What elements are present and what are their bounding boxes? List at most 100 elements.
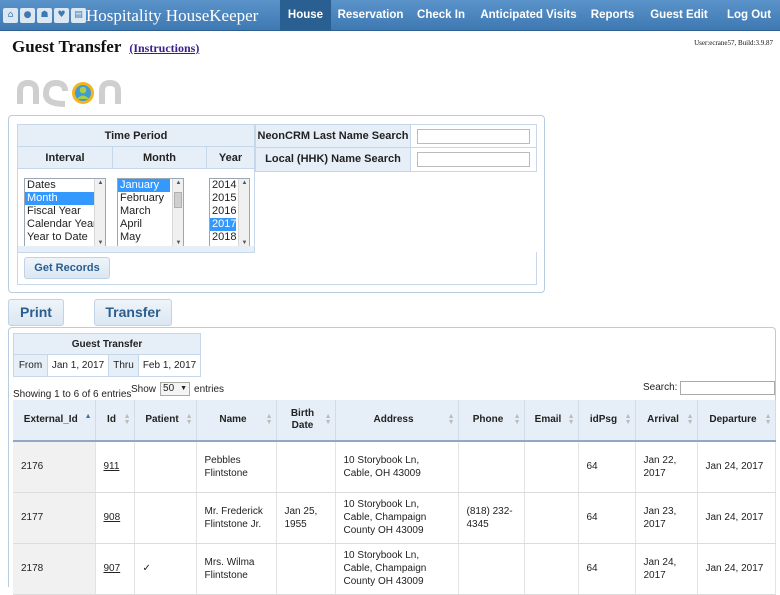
nav-check-in[interactable]: Check In [410, 0, 472, 31]
page-size-select[interactable]: 50 ▼ [160, 382, 191, 396]
month-option-selected[interactable]: January [118, 179, 170, 192]
neon-search-label: NeonCRM Last Name Search [256, 125, 411, 147]
col-name[interactable]: Name ▲ ▼ [196, 400, 277, 442]
sort-icon: ▲ ▼ [447, 413, 455, 426]
col-birth-date[interactable]: Birth Date ▲ ▼ [276, 400, 336, 442]
nav-house[interactable]: House [280, 0, 331, 31]
cell-name: Pebbles Flintstone [196, 441, 277, 493]
scroll-up-icon[interactable]: ▲ [173, 180, 183, 186]
cell-birth-date [276, 543, 336, 595]
users-icon[interactable]: ☗ [37, 8, 52, 23]
interval-listbox[interactable]: Dates Month Fiscal Year Calendar Year Ye… [24, 178, 106, 248]
interval-option[interactable]: Fiscal Year [25, 205, 105, 218]
column-header-label: Email [534, 414, 562, 425]
top-nav-bar: ⌂ ● ☗ ♥ ▤ Hospitality HouseKeeper House … [0, 0, 780, 31]
year-option-selected[interactable]: 2017 [210, 218, 236, 231]
guest-transfer-summary: Guest Transfer From Jan 1, 2017 Thru Feb… [13, 333, 201, 377]
cell-id: 908 [95, 492, 135, 544]
page-title-text: Guest Transfer [12, 37, 122, 56]
cell-address: 10 Storybook Ln, Cable, Champaign County… [335, 543, 459, 595]
guest-id-link[interactable]: 908 [104, 512, 121, 523]
sort-icon: ▲ ▼ [324, 413, 332, 426]
thru-date: Feb 1, 2017 [142, 360, 197, 371]
cell-departure: Jan 24, 2017 [697, 492, 776, 544]
sort-icon: ▲ ▼ [567, 413, 575, 426]
col-departure[interactable]: Departure ▲ ▼ [697, 400, 776, 442]
cell-phone [458, 441, 525, 493]
app-title: Hospitality HouseKeeper [86, 6, 259, 25]
transfer-button[interactable]: Transfer [94, 299, 172, 326]
show-label: Show [131, 383, 157, 395]
interval-option[interactable]: Dates [25, 179, 105, 192]
cell-idpsg: 64 [578, 441, 636, 493]
interval-option[interactable]: Year to Date [25, 231, 105, 244]
col-id[interactable]: Id ▲ ▼ [95, 400, 135, 442]
year-header: Year [207, 147, 254, 169]
filter-actions-row: Get Records [17, 252, 537, 285]
cell-birth-date [276, 441, 336, 493]
table-row: 2178 907 ✓ Mrs. Wilma Flintstone 10 Stor… [13, 543, 776, 595]
local-search-label: Local (HHK) Name Search [256, 148, 411, 171]
table-search-input[interactable] [680, 381, 775, 395]
neon-logo [17, 79, 121, 107]
local-name-input[interactable] [417, 152, 530, 167]
interval-option[interactable]: Calendar Year [25, 218, 105, 231]
local-search-row: Local (HHK) Name Search [256, 148, 536, 171]
get-records-button[interactable]: Get Records [24, 257, 110, 279]
table-header-row: External_Id ▲ Id ▲ ▼ Patient ▲ ▼ Name ▲ ▼ Birth… [13, 400, 776, 442]
print-button[interactable]: Print [8, 299, 64, 326]
cell-patient [134, 492, 197, 544]
col-email[interactable]: Email ▲ ▼ [524, 400, 579, 442]
month-header: Month [113, 147, 207, 169]
scroll-up-icon[interactable]: ▲ [95, 180, 105, 186]
month-listbox[interactable]: January February March April May ▲ ▼ [117, 178, 184, 248]
col-external-id[interactable]: External_Id ▲ [13, 400, 96, 442]
local-search-cell [411, 148, 536, 171]
cell-birth-date: Jan 25, 1955 [276, 492, 336, 544]
brand-icon-group: ⌂ ● ☗ ♥ ▤ [3, 8, 86, 23]
column-header-label: idPsg [589, 414, 618, 425]
interval-option-selected[interactable]: Month [25, 192, 105, 205]
nav-log-out[interactable]: Log Out [718, 0, 780, 31]
year-scrollbar[interactable]: ▲ ▼ [238, 179, 249, 247]
heart-icon[interactable]: ♥ [54, 8, 69, 23]
sort-icon: ▲ ▼ [513, 413, 521, 426]
col-patient[interactable]: Patient ▲ ▼ [134, 400, 197, 442]
nav-reservation[interactable]: Reservation [331, 0, 410, 31]
user-icon[interactable]: ● [20, 8, 35, 23]
cell-arrival: Jan 22, 2017 [635, 441, 698, 493]
cell-idpsg: 64 [578, 492, 636, 544]
sort-icon: ▲ ▼ [185, 413, 193, 426]
col-arrival[interactable]: Arrival ▲ ▼ [635, 400, 698, 442]
cell-address: 10 Storybook Ln, Cable, Champaign County… [335, 492, 459, 544]
year-listbox[interactable]: 2014 2015 2016 2017 2018 ▲ ▼ [209, 178, 250, 248]
sort-icon: ▲ ▼ [123, 413, 131, 426]
column-header-label: Phone [472, 414, 504, 425]
month-scrollbar[interactable]: ▲ ▼ [172, 179, 183, 247]
page-size-control: Show 50 ▼ entries [131, 382, 224, 396]
guest-id-link[interactable]: 911 [104, 461, 120, 472]
col-address[interactable]: Address ▲ ▼ [335, 400, 459, 442]
cell-arrival: Jan 24, 2017 [635, 543, 698, 595]
column-header-label: Departure [709, 414, 757, 425]
date-range-row: From Jan 1, 2017 Thru Feb 1, 2017 [14, 355, 200, 376]
cell-name: Mr. Frederick Flintstone Jr. [196, 492, 277, 544]
scroll-up-icon[interactable]: ▲ [239, 180, 249, 186]
guest-id-link[interactable]: 907 [104, 563, 121, 574]
neon-last-name-input[interactable] [417, 129, 530, 144]
col-phone[interactable]: Phone ▲ ▼ [458, 400, 525, 442]
col-idpsg[interactable]: idPsg ▲ ▼ [578, 400, 636, 442]
interval-scrollbar[interactable]: ▲ ▼ [94, 179, 105, 247]
column-header-label: External_Id [23, 414, 78, 425]
cell-email [524, 492, 579, 544]
sort-icon: ▲ ▼ [265, 413, 273, 426]
nav-anticipated-visits[interactable]: Anticipated Visits [472, 0, 585, 31]
nav-reports[interactable]: Reports [585, 0, 640, 31]
cell-phone [458, 543, 525, 595]
time-period-header: Time Period [18, 125, 254, 147]
instructions-link[interactable]: (Instructions) [129, 41, 199, 55]
nav-guest-edit[interactable]: Guest Edit [640, 0, 718, 31]
document-icon[interactable]: ▤ [71, 8, 86, 23]
home-icon[interactable]: ⌂ [3, 8, 18, 23]
scroll-thumb[interactable] [174, 192, 182, 208]
